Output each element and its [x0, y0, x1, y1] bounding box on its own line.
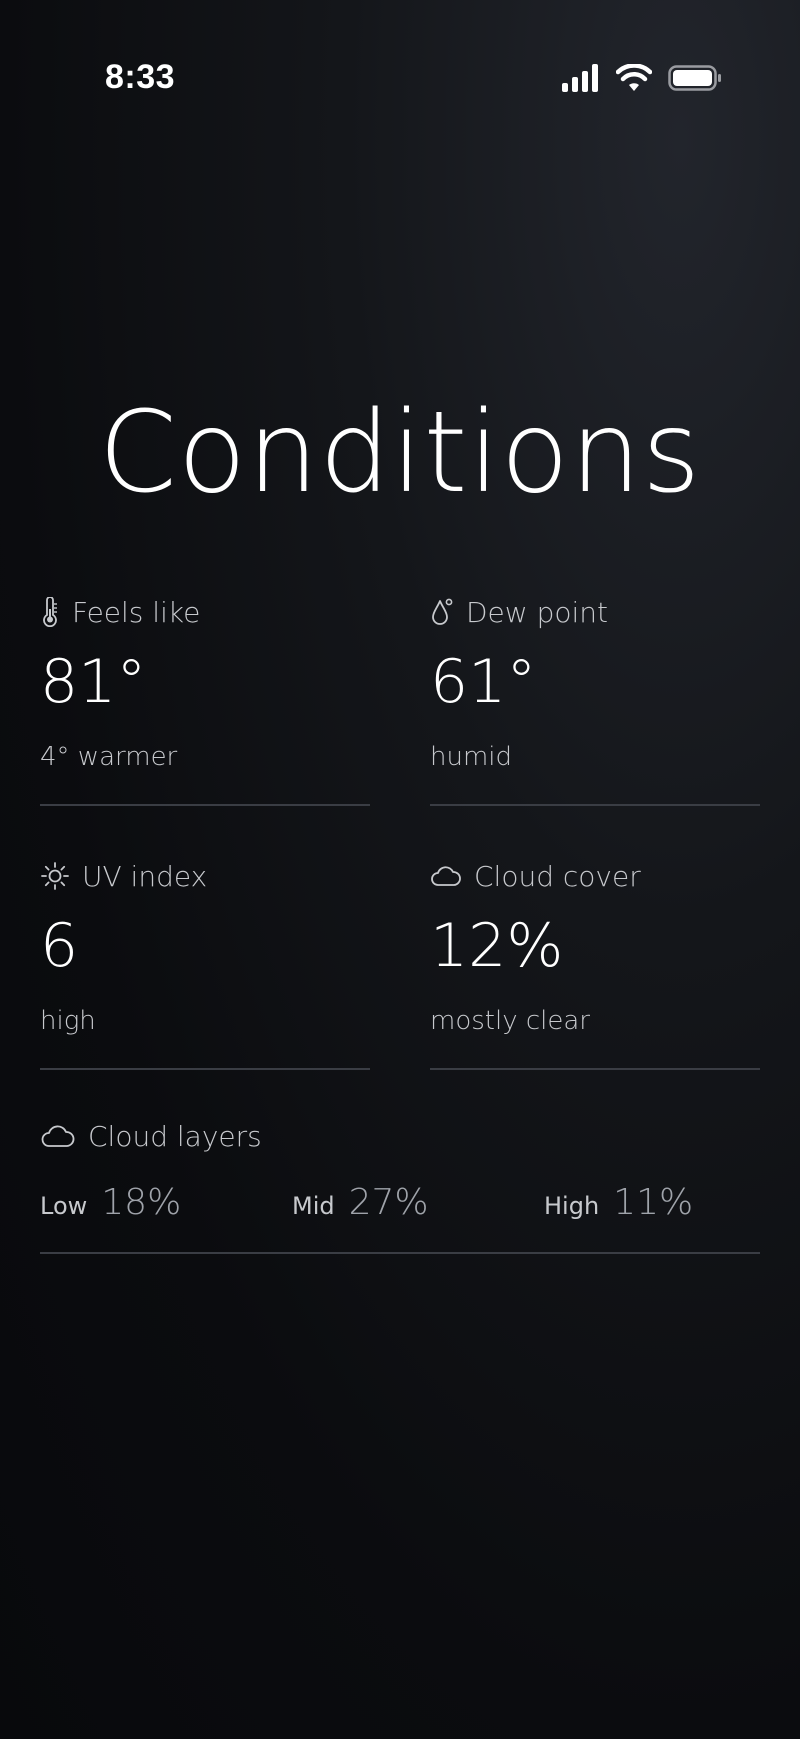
uv-index-card[interactable]: UV index 6 high: [40, 856, 370, 1070]
status-icons: [562, 64, 722, 92]
cloud-icon: [40, 1123, 76, 1149]
cloud-cover-header: Cloud cover: [430, 856, 641, 896]
cloud-cover-card[interactable]: Cloud cover 12% mostly clear: [430, 856, 760, 1070]
wifi-icon: [616, 64, 652, 92]
droplet-icon: [430, 597, 454, 627]
dew-point-header: Dew point: [430, 592, 608, 632]
layer-high-value: 11%: [613, 1182, 694, 1223]
feels-like-description: 4° warmer: [40, 742, 178, 772]
uv-index-value: 6: [40, 911, 79, 981]
layer-mid: Mid 27%: [292, 1182, 429, 1223]
dew-point-label: Dew point: [466, 595, 608, 629]
cloud-layers-label: Cloud layers: [88, 1119, 262, 1153]
status-time: 8:33: [105, 58, 176, 96]
status-bar: 8:33: [0, 0, 800, 160]
dew-point-description: humid: [430, 742, 513, 772]
dew-point-card[interactable]: Dew point 61° humid: [430, 592, 760, 806]
layer-high-name: High: [544, 1192, 600, 1220]
cloud-layers-header: Cloud layers: [40, 1116, 262, 1156]
layer-mid-value: 27%: [348, 1182, 429, 1223]
cloud-layers-row: Low 18% Mid 27% High 11%: [40, 1182, 760, 1232]
signal-icon: [562, 64, 600, 92]
layer-mid-name: Mid: [292, 1192, 335, 1220]
battery-icon: [668, 65, 722, 91]
cloud-layers-card[interactable]: Cloud layers Low 18% Mid 27% High 11%: [40, 1116, 760, 1254]
feels-like-value: 81°: [40, 647, 147, 717]
cloud-icon: [430, 864, 462, 888]
dew-point-value: 61°: [430, 647, 537, 717]
feels-like-header: Feels like: [40, 592, 200, 632]
feels-like-label: Feels like: [72, 595, 201, 629]
layer-low-value: 18%: [101, 1182, 182, 1223]
thermometer-icon: [40, 597, 60, 627]
sun-icon: [40, 861, 70, 891]
layer-high: High 11%: [544, 1182, 693, 1223]
cloud-cover-value: 12%: [430, 911, 564, 981]
layer-low: Low 18%: [40, 1182, 181, 1223]
feels-like-card[interactable]: Feels like 81° 4° warmer: [40, 592, 370, 806]
page-title: Conditions: [98, 388, 702, 518]
uv-index-header: UV index: [40, 856, 207, 896]
cloud-cover-label: Cloud cover: [474, 859, 641, 893]
layer-low-name: Low: [40, 1192, 88, 1220]
uv-index-description: high: [40, 1006, 96, 1036]
cloud-cover-description: mostly clear: [430, 1006, 590, 1036]
uv-index-label: UV index: [82, 859, 208, 893]
